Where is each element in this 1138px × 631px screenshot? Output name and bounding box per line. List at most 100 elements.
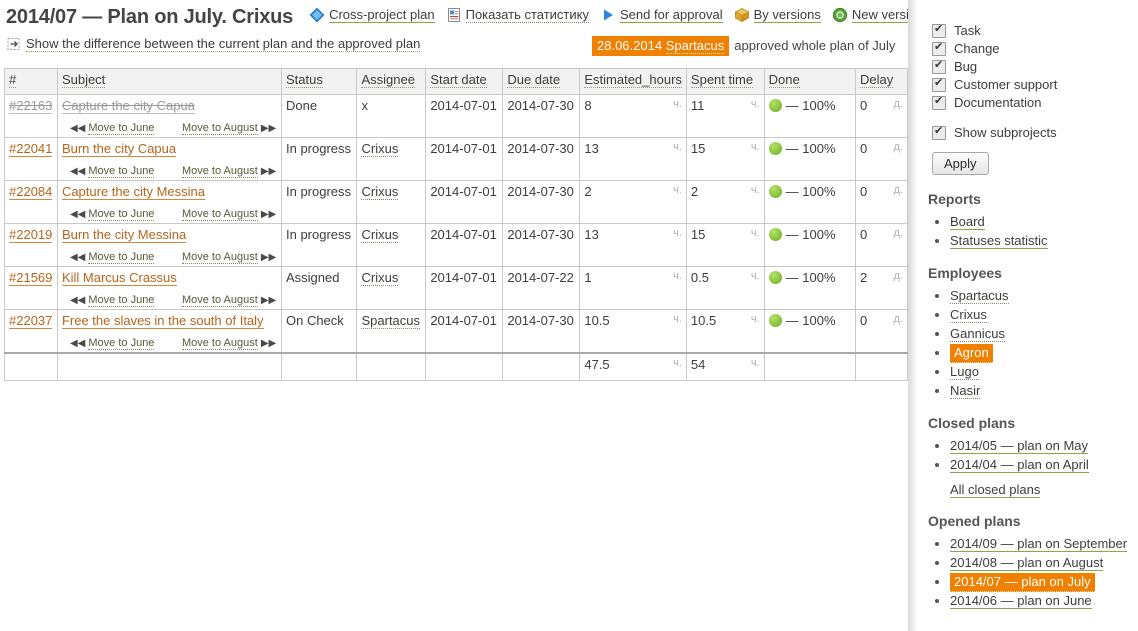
move-to-previous-month-link[interactable]: ◀◀ Move to June — [70, 337, 182, 349]
col-header-assignee[interactable]: Assignee — [357, 69, 426, 95]
task-subject-link[interactable]: Kill Marcus Crassus — [62, 270, 177, 286]
closed-plan-link[interactable]: 2014/05 — plan on May — [950, 438, 1088, 454]
cell-estimated-hours: 2ч. — [580, 181, 687, 224]
table-row: #22037 Free the slaves in the south of It… — [5, 310, 908, 354]
assignee-link[interactable]: Spartacus — [361, 313, 420, 329]
employees-section-title: Employees — [928, 265, 1138, 281]
opened-plan-link[interactable]: 2014/07 — plan on July — [950, 573, 1095, 592]
approval-user-link[interactable]: Spartacus — [666, 38, 725, 54]
plan-tasks-table: # Subject Status Assignee Start date Due… — [4, 68, 908, 381]
move-to-previous-month-link[interactable]: ◀◀ Move to June — [70, 165, 182, 177]
start-date-text: 2014-07-01 — [430, 98, 497, 113]
done-percent-text: — 100% — [786, 141, 836, 156]
cross-project-plan-label: Cross-project plan — [329, 7, 435, 23]
col-header-spent[interactable]: Spent time — [686, 69, 764, 95]
filter-checkbox-bug[interactable]: Bug — [918, 58, 1138, 75]
show-difference-link[interactable]: Show the difference between the current … — [6, 36, 420, 52]
col-header-status[interactable]: Status — [281, 69, 357, 95]
filter-checkbox-customer-support[interactable]: Customer support — [918, 76, 1138, 93]
table-row: #22084 Capture the city Messina ◀◀ Move to… — [5, 181, 908, 224]
col-header-done[interactable]: Done — [764, 69, 855, 95]
assignee-link[interactable]: Crixus — [361, 184, 398, 200]
report-link[interactable]: Statuses statistic — [950, 233, 1048, 249]
col-header-subject[interactable]: Subject — [57, 69, 281, 95]
task-id-link[interactable]: #22037 — [9, 313, 52, 329]
day-unit: д. — [888, 270, 903, 285]
employee-link[interactable]: Agron — [950, 344, 993, 363]
show-subprojects-checkbox[interactable]: Show subprojects — [918, 124, 1138, 141]
spent-value: 11 — [691, 98, 705, 113]
task-subject-link[interactable]: Free the slaves in the south of Italy — [62, 313, 264, 329]
employee-link[interactable]: Nasir — [950, 383, 980, 399]
move-next-label: Move to August — [182, 165, 258, 178]
col-header-id[interactable]: # — [5, 69, 58, 95]
col-label-due: Due date — [507, 72, 560, 88]
filter-checkbox-task[interactable]: Task — [918, 22, 1138, 39]
move-to-previous-month-link[interactable]: ◀◀ Move to June — [70, 208, 182, 220]
col-header-estimated[interactable]: Estimated_hours — [580, 69, 687, 95]
cell-done: — 100% — [764, 181, 855, 224]
col-header-delay[interactable]: Delay — [856, 69, 908, 95]
filter-checkbox-documentation[interactable]: Documentation — [918, 94, 1138, 111]
report-link[interactable]: Board — [950, 214, 985, 230]
all-closed-plans-link[interactable]: All closed plans — [950, 482, 1138, 497]
task-subject-link[interactable]: Burn the city Messina — [62, 227, 186, 243]
move-to-next-month-link[interactable]: Move to August ▶▶ — [182, 208, 276, 220]
cell-delay: 0д. — [856, 224, 908, 267]
checkbox-box — [932, 60, 946, 74]
table-row: #22163 Capture the city Capua ◀◀ Move to J… — [5, 95, 908, 138]
closed-plan-link[interactable]: 2014/04 — plan on April — [950, 457, 1089, 473]
apply-button[interactable]: Apply — [932, 152, 989, 175]
assignee-link[interactable]: Crixus — [361, 270, 398, 286]
move-to-next-month-link[interactable]: Move to August ▶▶ — [182, 165, 276, 177]
move-right-arrow-icon: ▶▶ — [261, 166, 276, 177]
employee-link[interactable]: Crixus — [950, 307, 987, 323]
opened-plan-link[interactable]: 2014/08 — plan on August — [950, 555, 1103, 571]
progress-ball-icon — [769, 185, 782, 198]
assignee-link[interactable]: Crixus — [361, 227, 398, 243]
approval-text: approved whole plan of July — [734, 38, 895, 53]
employee-link[interactable]: Spartacus — [950, 288, 1009, 304]
all-closed-plans-label: All closed plans — [950, 482, 1040, 498]
employee-link[interactable]: Gannicus — [950, 326, 1005, 342]
by-versions-link[interactable]: By versions — [734, 7, 821, 23]
task-subject-link[interactable]: Capture the city Messina — [62, 184, 205, 200]
cell-assignee: Crixus — [357, 267, 426, 310]
move-next-label: Move to August — [182, 208, 258, 221]
package-box-icon — [734, 7, 750, 23]
table-row: #22041 Burn the city Capua ◀◀ Move to June… — [5, 138, 908, 181]
task-subject-link[interactable]: Burn the city Capua — [62, 141, 176, 157]
task-id-link[interactable]: #22084 — [9, 184, 52, 200]
move-to-next-month-link[interactable]: Move to August ▶▶ — [182, 251, 276, 263]
move-to-next-month-link[interactable]: Move to August ▶▶ — [182, 122, 276, 134]
send-for-approval-link[interactable]: Send for approval — [600, 7, 723, 23]
show-statistics-link[interactable]: Показать статистику — [446, 7, 589, 23]
move-to-previous-month-link[interactable]: ◀◀ Move to June — [70, 294, 182, 306]
task-id-link[interactable]: #22163 — [9, 98, 52, 114]
new-version-link[interactable]: New version — [832, 7, 908, 23]
table-totals-row: 47.5ч.54ч. — [5, 353, 908, 381]
move-to-previous-month-link[interactable]: ◀◀ Move to June — [70, 251, 182, 263]
approval-status: 28.06.2014 Spartacusapproved whole plan … — [592, 38, 895, 53]
task-id-link[interactable]: #21569 — [9, 270, 52, 286]
filter-label: Bug — [954, 59, 977, 74]
task-id-link[interactable]: #22041 — [9, 141, 52, 157]
task-id-link[interactable]: #22019 — [9, 227, 52, 243]
col-header-due[interactable]: Due date — [503, 69, 580, 95]
hour-unit: ч. — [667, 227, 682, 242]
filter-checkbox-change[interactable]: Change — [918, 40, 1138, 57]
opened-plan-link[interactable]: 2014/09 — plan on September — [950, 536, 1127, 552]
task-subject-link[interactable]: Capture the city Capua — [62, 98, 195, 114]
col-header-start[interactable]: Start date — [426, 69, 503, 95]
cell-status: Done — [281, 95, 357, 138]
cell-empty — [5, 353, 58, 381]
hour-unit: ч. — [745, 357, 760, 372]
cross-project-plan-link[interactable]: Cross-project plan — [309, 7, 435, 23]
assignee-link[interactable]: Crixus — [361, 141, 398, 157]
move-to-previous-month-link[interactable]: ◀◀ Move to June — [70, 122, 182, 134]
opened-plan-link[interactable]: 2014/06 — plan on June — [950, 593, 1092, 609]
employee-link[interactable]: Lugo — [950, 364, 979, 380]
move-actions: ◀◀ Move to JuneMove to August ▶▶ — [62, 165, 277, 177]
move-to-next-month-link[interactable]: Move to August ▶▶ — [182, 294, 276, 306]
move-to-next-month-link[interactable]: Move to August ▶▶ — [182, 337, 276, 349]
